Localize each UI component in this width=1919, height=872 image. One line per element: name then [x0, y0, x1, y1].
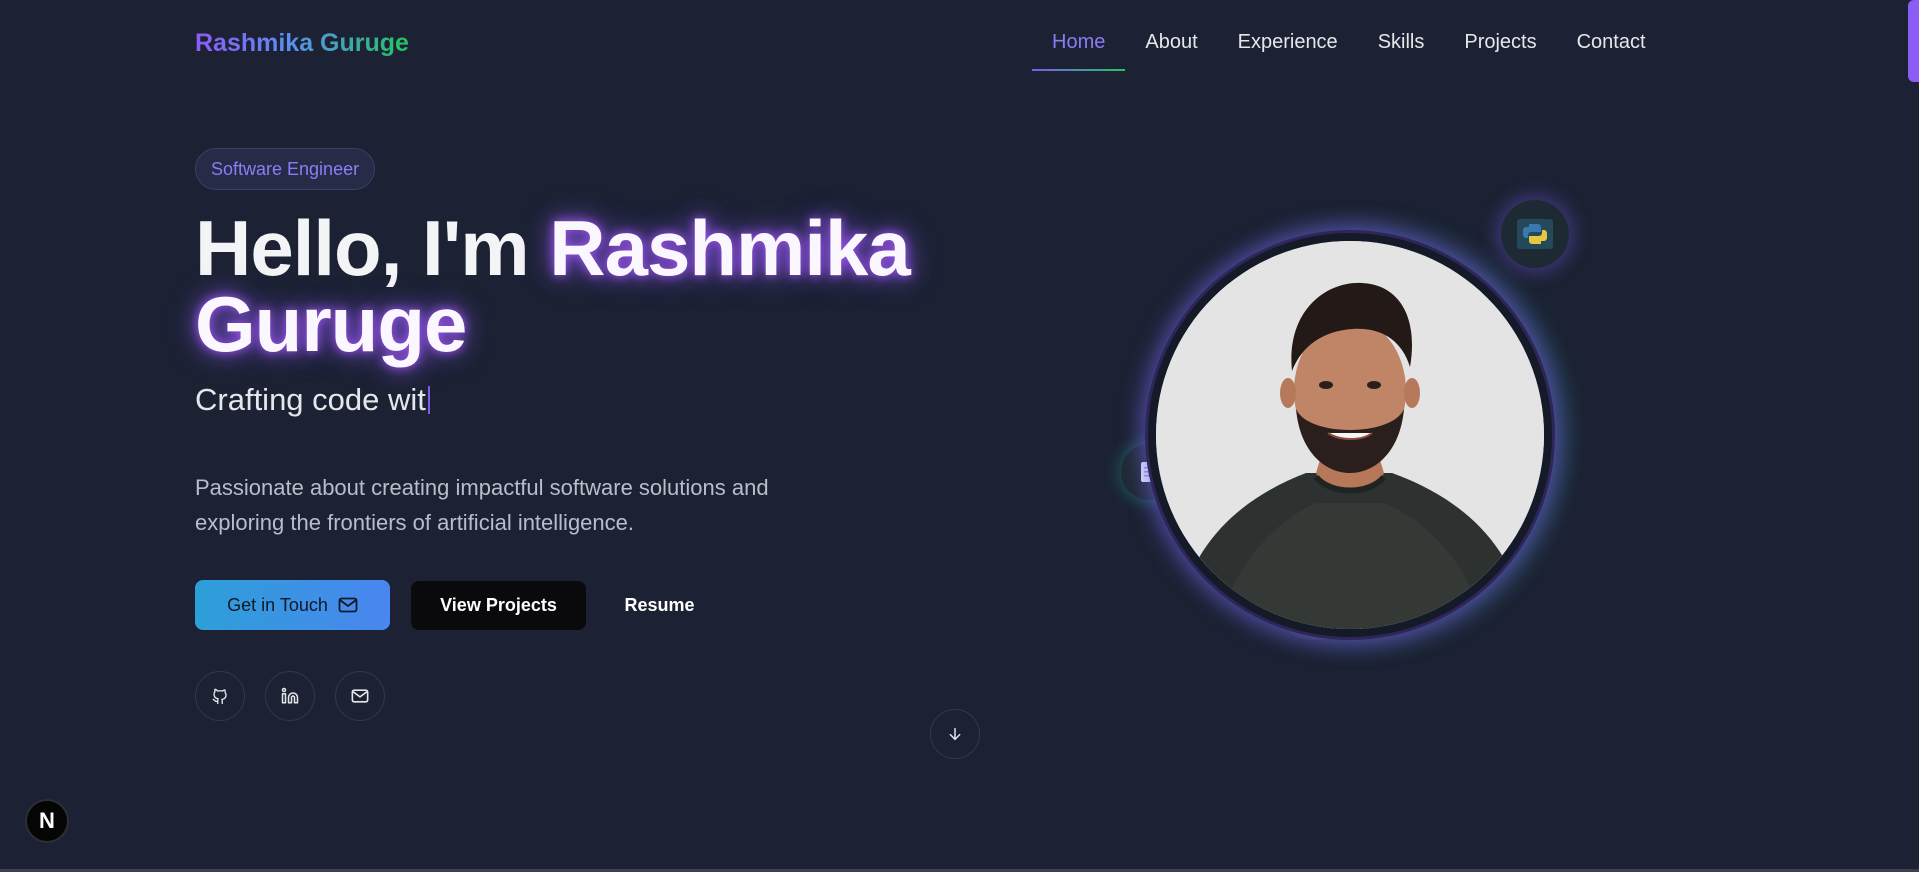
scrollbar-thumb[interactable]	[1908, 0, 1919, 82]
arrow-down-icon	[949, 727, 961, 741]
intro-line-1: Passionate about creating impactful soft…	[195, 475, 769, 500]
brand-logo[interactable]: Rashmika Guruge	[195, 29, 409, 58]
get-in-touch-label: Get in Touch	[227, 594, 328, 615]
email-link[interactable]	[335, 671, 385, 721]
nav-item-experience[interactable]: Experience	[1218, 31, 1358, 69]
nav-item-skills[interactable]: Skills	[1358, 31, 1445, 69]
linkedin-link[interactable]	[265, 671, 315, 721]
role-badge: Software Engineer	[195, 148, 376, 190]
scroll-down-button[interactable]	[930, 709, 980, 759]
dev-indicator-button[interactable]: N	[25, 799, 69, 843]
profile-photo-frame	[1148, 233, 1552, 637]
mail-icon	[351, 689, 369, 703]
headline-name-first: Rashmika	[549, 204, 911, 292]
resume-button[interactable]: Resume	[607, 581, 712, 630]
github-link[interactable]	[195, 671, 245, 721]
nav-item-home[interactable]: Home	[1032, 31, 1126, 71]
python-icon	[1517, 219, 1553, 249]
nav-item-contact[interactable]: Contact	[1557, 31, 1666, 69]
mail-icon	[338, 597, 358, 613]
typing-caret	[427, 386, 430, 414]
python-orb	[1501, 200, 1569, 268]
profile-photo	[1156, 241, 1544, 629]
top-nav: Rashmika Guruge Home About Experience Sk…	[0, 0, 1919, 88]
headline-name-last: Guruge	[195, 280, 467, 368]
avatar	[1156, 241, 1544, 629]
linkedin-icon	[281, 687, 299, 704]
nav-item-about[interactable]: About	[1125, 31, 1217, 69]
intro-line-2: exploring the frontiers of artificial in…	[195, 510, 635, 535]
nav-links: Home About Experience Skills Projects Co…	[1032, 31, 1666, 71]
get-in-touch-button[interactable]: Get in Touch	[195, 580, 390, 630]
typed-tagline: Crafting code wit	[195, 382, 430, 418]
hero-headline: Hello, I'm Rashmika Guruge	[195, 209, 911, 363]
typed-text: Crafting code wit	[195, 382, 426, 417]
headline-prefix: Hello, I'm	[195, 204, 550, 292]
hero-intro: Passionate about creating impactful soft…	[195, 470, 875, 540]
view-projects-button[interactable]: View Projects	[411, 581, 586, 630]
nav-item-projects[interactable]: Projects	[1444, 31, 1556, 69]
github-icon	[212, 688, 227, 705]
